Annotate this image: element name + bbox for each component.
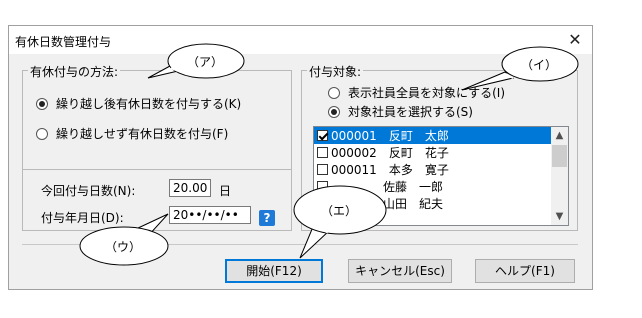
- callout-e: [293, 185, 387, 259]
- callout-label-u: （ウ）: [105, 240, 142, 254]
- callout-balloons: [79, 43, 579, 266]
- callout-label-a: （ア）: [187, 55, 224, 69]
- callout-i: [461, 46, 579, 91]
- callout-label-e: （エ）: [321, 204, 358, 218]
- callout-label-i: （イ）: [521, 58, 558, 72]
